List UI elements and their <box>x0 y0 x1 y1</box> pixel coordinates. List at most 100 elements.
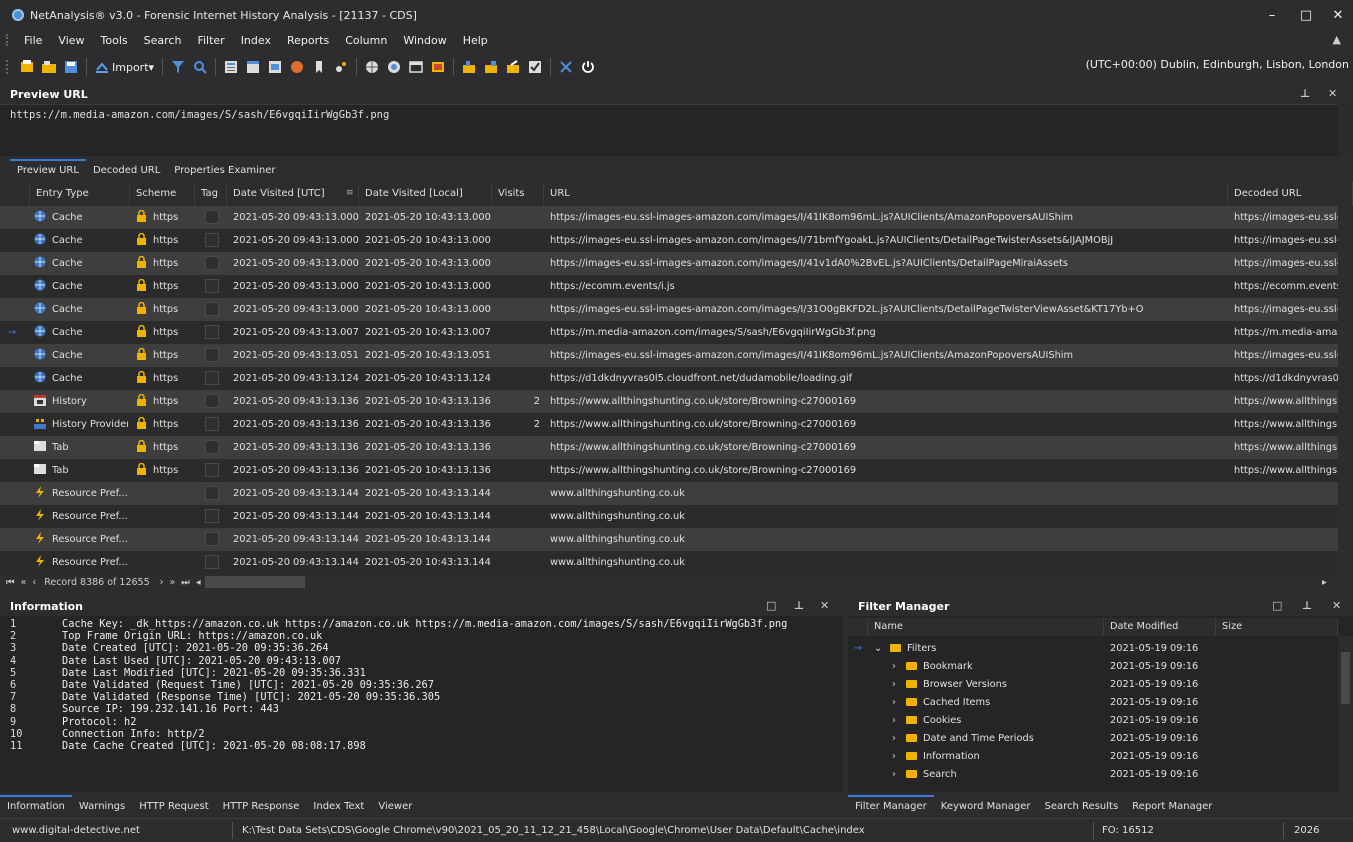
expand-chevron-icon[interactable]: › <box>892 694 896 712</box>
expand-chevron-icon[interactable]: › <box>892 766 896 784</box>
tag-checkbox[interactable] <box>205 279 219 293</box>
window-icon[interactable] <box>407 58 425 76</box>
menu-reports[interactable]: Reports <box>279 34 337 47</box>
column-decoded-url[interactable]: Decoded URL <box>1228 182 1353 206</box>
filter-item[interactable]: › Search 2021-05-19 09:16 <box>848 766 1338 784</box>
filter-scrollbar[interactable] <box>1338 636 1353 792</box>
table-row[interactable]: Resource Pref... 2021-05-20 09:43:13.144 2… <box>0 505 1340 528</box>
power-icon[interactable] <box>579 58 597 76</box>
column-date-visited-utc[interactable]: Date Visited [UTC] <box>227 182 359 206</box>
expand-chevron-icon[interactable]: › <box>892 730 896 748</box>
column-visits[interactable]: Visits <box>492 182 544 206</box>
tab-viewer[interactable]: Viewer <box>371 797 419 816</box>
tab-search-results[interactable]: Search Results <box>1038 797 1126 816</box>
column-entry-type[interactable]: Entry Type <box>30 182 130 206</box>
globe-search-icon[interactable] <box>385 58 403 76</box>
close-button[interactable]: ✕ <box>1315 0 1353 30</box>
filter-root-row[interactable]: → ⌄ Filters 2021-05-19 09:16 <box>848 640 1338 658</box>
panel-close-icon[interactable]: ✕ <box>1328 87 1337 100</box>
filter-column-name[interactable]: Name <box>868 618 1104 636</box>
tab-keyword-manager[interactable]: Keyword Manager <box>934 797 1038 816</box>
tag-checkbox[interactable] <box>205 486 219 500</box>
information-text[interactable]: 1 Cache Key: _dk_https://amazon.co.uk htt… <box>0 618 842 783</box>
menu-index[interactable]: Index <box>233 34 279 47</box>
settings-icon[interactable] <box>332 58 350 76</box>
filter-icon[interactable] <box>169 58 187 76</box>
table-row[interactable]: Cache https 2021-05-20 09:43:13.051 2021-05… <box>0 344 1340 367</box>
table-row[interactable]: Cache https 2021-05-20 09:43:13.000 2021-05… <box>0 229 1340 252</box>
menu-filter[interactable]: Filter <box>189 34 232 47</box>
filter-scroll-thumb[interactable] <box>1341 652 1350 704</box>
preview-scrollbar[interactable] <box>1338 104 1353 156</box>
bookmark-icon[interactable] <box>310 58 328 76</box>
globe-icon[interactable] <box>363 58 381 76</box>
nav-first-icon[interactable]: ⏮ <box>6 577 15 588</box>
search-icon[interactable] <box>191 58 209 76</box>
column-tag[interactable]: Tag <box>195 182 227 206</box>
nav-last-icon[interactable]: ⏭ <box>181 577 190 588</box>
tab-http-request[interactable]: HTTP Request <box>132 797 215 816</box>
status-website[interactable]: www.digital-detective.net <box>12 819 140 842</box>
table-row[interactable]: → Cache https 2021-05-20 09:43:13.007 2021-0… <box>0 321 1340 344</box>
table-row[interactable]: History Provider https 2021-05-20 09:43:13… <box>0 413 1340 436</box>
image-icon[interactable] <box>429 58 447 76</box>
table-row[interactable]: Tab https 2021-05-20 09:43:13.136 2021-05-2… <box>0 459 1340 482</box>
table-row[interactable]: Resource Pref... 2021-05-20 09:43:13.144 2… <box>0 482 1340 505</box>
horizontal-scroll-thumb[interactable] <box>204 576 305 588</box>
filter-column-date-modified[interactable]: Date Modified <box>1104 618 1216 636</box>
menu-tools[interactable]: Tools <box>93 34 136 47</box>
bell-icon[interactable]: ▲ <box>1333 33 1341 46</box>
grid-vertical-scrollbar[interactable] <box>1338 206 1353 574</box>
tag-checkbox[interactable] <box>205 210 219 224</box>
column-url[interactable]: URL <box>544 182 1228 206</box>
table-row[interactable]: Cache https 2021-05-20 09:43:13.124 2021-05… <box>0 367 1340 390</box>
filter-item[interactable]: › Bookmark 2021-05-19 09:16 <box>848 658 1338 676</box>
expand-chevron-icon[interactable]: › <box>892 748 896 766</box>
tab-warnings[interactable]: Warnings <box>72 797 132 816</box>
table-row[interactable]: Cache https 2021-05-20 09:43:13.000 2021-05… <box>0 275 1340 298</box>
save-icon[interactable] <box>62 58 80 76</box>
table-row[interactable]: Resource Pref... 2021-05-20 09:43:13.144 2… <box>0 551 1340 574</box>
pin-icon[interactable]: ⊥ <box>1302 599 1312 612</box>
tab-filter-manager[interactable]: Filter Manager <box>848 795 934 816</box>
expand-chevron-icon[interactable]: › <box>892 676 896 694</box>
tab-http-response[interactable]: HTTP Response <box>216 797 307 816</box>
expand-chevron-icon[interactable]: › <box>892 658 896 676</box>
filter-item[interactable]: › Information 2021-05-19 09:16 <box>848 748 1338 766</box>
table-row[interactable]: Tab https 2021-05-20 09:43:13.136 2021-05-2… <box>0 436 1340 459</box>
tag-checkbox[interactable] <box>205 325 219 339</box>
expand-chevron-icon[interactable]: › <box>892 712 896 730</box>
tag-checkbox[interactable] <box>205 302 219 316</box>
import-folder-icon[interactable] <box>482 58 500 76</box>
report-icon[interactable] <box>222 58 240 76</box>
pin-icon[interactable]: ⊥ <box>794 599 804 612</box>
import-button[interactable]: Import ▾ <box>91 60 158 74</box>
table-row[interactable]: History https 2021-05-20 09:43:13.136 2021-… <box>0 390 1340 413</box>
filter-item[interactable]: › Cookies 2021-05-19 09:16 <box>848 712 1338 730</box>
filter-column-size[interactable]: Size <box>1216 618 1338 636</box>
tag-checkbox[interactable] <box>205 532 219 546</box>
tab-properties-examiner[interactable]: Properties Examiner <box>167 161 282 180</box>
panel-close-icon[interactable]: ✕ <box>1332 599 1341 612</box>
tab-index-text[interactable]: Index Text <box>306 797 371 816</box>
document-icon[interactable] <box>266 58 284 76</box>
nav-prev-icon[interactable]: ‹ <box>32 577 36 588</box>
panel-close-icon[interactable]: ✕ <box>820 599 829 612</box>
column-scheme[interactable]: Scheme <box>130 182 195 206</box>
tag-checkbox[interactable] <box>205 509 219 523</box>
timezone-label[interactable]: (UTC+00:00) Dublin, Edinburgh, Lisbon, L… <box>1086 58 1349 71</box>
tab-preview-url[interactable]: Preview URL <box>10 159 86 180</box>
menu-view[interactable]: View <box>50 34 92 47</box>
table-row[interactable]: Resource Pref... 2021-05-20 09:43:13.144 2… <box>0 528 1340 551</box>
table-row[interactable]: Cache https 2021-05-20 09:43:13.000 2021-05… <box>0 206 1340 229</box>
filter-item[interactable]: › Date and Time Periods 2021-05-19 09:16 <box>848 730 1338 748</box>
nav-next-page-icon[interactable]: » <box>169 577 175 588</box>
edit-folder-icon[interactable] <box>504 58 522 76</box>
menu-help[interactable]: Help <box>455 34 496 47</box>
menu-search[interactable]: Search <box>136 34 190 47</box>
open-workspace-icon[interactable] <box>40 58 58 76</box>
tag-checkbox[interactable] <box>205 440 219 454</box>
pin-icon[interactable]: ⊥ <box>1300 87 1310 100</box>
tag-checkbox[interactable] <box>205 417 219 431</box>
export-folder-icon[interactable] <box>460 58 478 76</box>
